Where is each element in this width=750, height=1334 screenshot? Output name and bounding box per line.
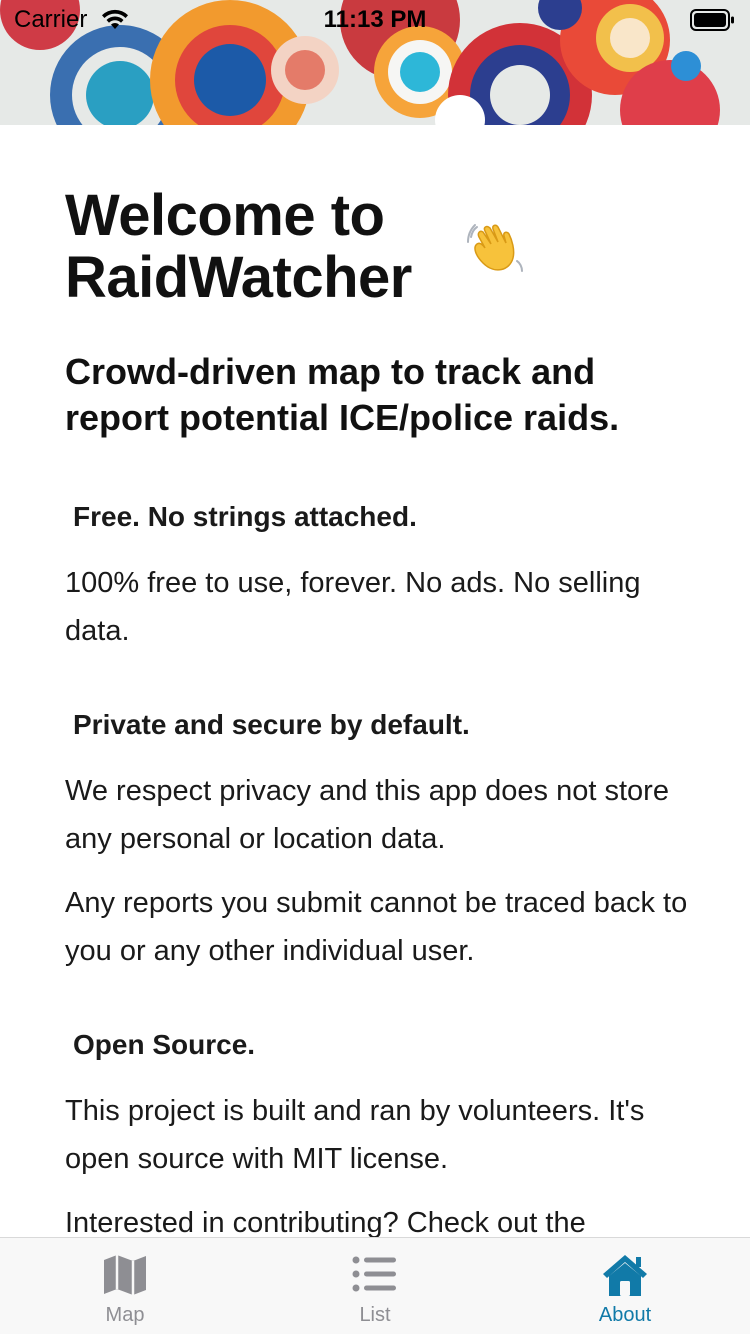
tab-map[interactable]: Map — [0, 1238, 250, 1334]
status-time: 11:13 PM — [323, 6, 427, 33]
about-content[interactable]: Welcome to RaidWatcher Crowd-driven map … — [0, 125, 750, 1238]
tab-list-label: List — [359, 1304, 391, 1326]
status-bar: Carrier 11:13 PM — [0, 0, 750, 40]
page-title-line-2: RaidWatcher — [65, 245, 412, 310]
tab-bar: Map List About — [0, 1237, 750, 1334]
section-paragraph-free: 100% free to use, forever. No ads. No se… — [65, 567, 641, 647]
map-icon — [100, 1252, 150, 1298]
section-heading-free: Free. No strings attached. — [73, 501, 417, 532]
tab-about[interactable]: About — [500, 1238, 750, 1334]
section-paragraph-volunteers: This project is built and ran by volunte… — [65, 1095, 645, 1175]
waving-hand-icon — [465, 217, 529, 286]
page-title: Welcome to RaidWatcher — [65, 185, 685, 309]
about-screen: Carrier 11:13 PM Welcome to RaidWatcher — [0, 0, 750, 1334]
section-heading-private: Private and secure by default. — [73, 709, 470, 740]
list-icon — [350, 1252, 400, 1298]
battery-icon — [690, 8, 736, 37]
house-icon — [600, 1252, 650, 1298]
section-paragraph-reports: Any reports you submit cannot be traced … — [65, 887, 688, 967]
section-heading-open-source: Open Source. — [73, 1029, 256, 1060]
tab-list[interactable]: List — [250, 1238, 500, 1334]
section-paragraph-contributing: Interested in contributing? Check out th… — [65, 1207, 586, 1237]
tab-map-label: Map — [105, 1304, 145, 1326]
tab-about-label: About — [598, 1304, 652, 1326]
page-title-row: Welcome to RaidWatcher — [65, 185, 685, 309]
page-title-line-1: Welcome to — [65, 183, 385, 248]
page-subtitle: Crowd-driven map to track and report pot… — [65, 351, 620, 438]
section-paragraph-privacy: We respect privacy and this app does not… — [65, 775, 669, 855]
